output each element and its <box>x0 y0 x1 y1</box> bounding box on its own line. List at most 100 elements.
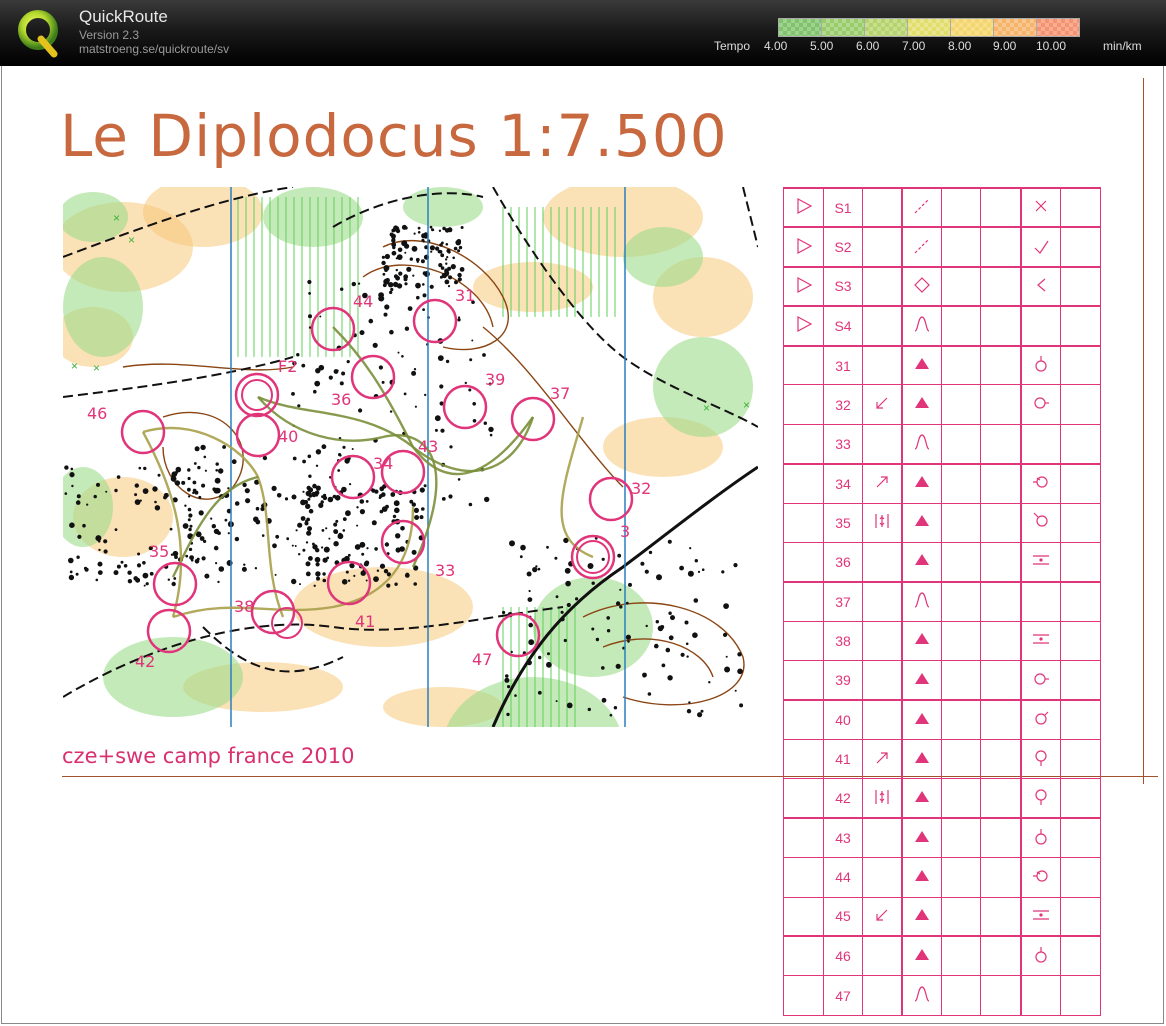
boulder-dot <box>421 507 425 511</box>
col-e-cell <box>900 699 942 740</box>
tempo-color-segment <box>779 19 822 36</box>
boulder-dot <box>201 556 206 561</box>
col-f-cell <box>941 305 981 347</box>
boulder-dot <box>724 666 731 673</box>
boulder-dot <box>459 267 465 272</box>
control-description-row: 40 <box>783 699 1101 740</box>
boulder-dot <box>76 555 80 559</box>
boulder-dot <box>419 487 425 493</box>
boulder-dot <box>298 553 301 556</box>
boulder-dot <box>392 514 397 519</box>
col-f2-cell <box>980 384 1021 425</box>
boulder-dot <box>359 499 365 504</box>
boulder-dot <box>564 567 571 574</box>
ne-arrow <box>876 476 888 488</box>
boulder-dot <box>423 484 427 488</box>
tempo-color-segment <box>822 19 865 36</box>
boulder-dot <box>97 570 103 575</box>
boulder-dot <box>326 556 330 560</box>
app-header: QuickRoute Version 2.3 matstroeng.se/qui… <box>0 0 1166 66</box>
boulder-dot <box>535 565 538 568</box>
green-x-mark: × <box>113 211 120 225</box>
boulder-dot <box>368 318 374 324</box>
col-f2-cell <box>980 896 1021 937</box>
col-h-cell <box>1060 305 1101 347</box>
boulder-icon <box>914 751 929 763</box>
boulder-dot <box>69 472 75 478</box>
control-description-row: S3 <box>783 265 1101 307</box>
boulder-dot <box>314 380 321 387</box>
boulder-dot <box>201 483 206 488</box>
col-d-cell <box>862 778 902 819</box>
boulder-dot <box>505 674 509 678</box>
control-code: 37 <box>823 580 863 622</box>
boulder-dot <box>333 529 338 534</box>
boulder-dot <box>382 272 386 276</box>
boulder-dot <box>306 517 310 522</box>
boulder-dot <box>526 571 532 577</box>
boulder-dot <box>351 281 356 287</box>
boulder-dot <box>519 555 523 559</box>
boulder-dot <box>337 469 341 472</box>
boulder-dot <box>394 582 398 586</box>
boulder-dot <box>341 371 346 376</box>
app-url-link[interactable]: matstroeng.se/quickroute/sv <box>79 42 229 56</box>
orienteering-map[interactable]: 44 31 F2 36 39 37 46 40 32 34 3 35 33 38 41 43 42 47 × × × × ×… <box>63 187 758 727</box>
col-f-cell <box>941 226 981 268</box>
boulder-dot <box>457 318 461 322</box>
control-number-label: 33 <box>435 561 455 580</box>
boulder-dot <box>591 581 595 585</box>
boulder-dot <box>420 259 425 264</box>
control-number-label: 44 <box>353 292 373 311</box>
col-f-cell <box>941 502 981 544</box>
boulder-dot <box>305 490 312 497</box>
boulder-dot <box>617 553 622 558</box>
col-a-cell <box>783 462 824 504</box>
control-circle <box>412 298 458 344</box>
boulder-dot <box>142 572 149 579</box>
col-g-cell <box>1019 817 1061 859</box>
top-icon <box>1035 946 1047 963</box>
col-e-cell <box>900 935 942 977</box>
col-e-cell <box>900 226 942 268</box>
boulder-dot <box>305 561 311 567</box>
boulder-dot <box>291 494 297 500</box>
path-dashed <box>914 238 930 254</box>
boulder-dot <box>213 545 219 551</box>
boulder-dot <box>358 282 361 285</box>
col-g-cell <box>1019 265 1061 307</box>
path-dashed <box>914 198 930 214</box>
junction-icon <box>1034 240 1049 254</box>
col-f2-cell <box>980 462 1021 504</box>
boulder-dot <box>315 485 321 491</box>
boulder-dot <box>625 601 629 605</box>
col-f-cell <box>941 935 981 977</box>
boulder-dot <box>398 271 403 276</box>
boulder-dot <box>69 570 73 574</box>
boulder-dot <box>625 634 632 640</box>
tempo-label: Tempo <box>714 39 751 53</box>
boulder-dot <box>96 482 100 487</box>
tempo-tick: 10.00 <box>1036 39 1067 53</box>
boulder-dot <box>447 285 451 288</box>
boulder-dot <box>322 578 327 583</box>
boulder-dot <box>509 540 515 547</box>
boulder-dot <box>328 537 331 540</box>
boulder-dot <box>342 445 346 449</box>
boulder-dot <box>439 384 444 389</box>
boulder-dot <box>187 487 191 492</box>
boulder-dot <box>384 268 388 272</box>
boulder-dot <box>340 287 344 291</box>
boulder-dot <box>606 629 611 633</box>
boulder-dot <box>307 454 312 459</box>
sw-arrow <box>876 909 888 921</box>
boulder-dot <box>302 490 305 493</box>
col-h-cell <box>1060 620 1101 662</box>
boulder-dot <box>619 605 623 609</box>
boulder-dot <box>575 597 579 601</box>
boulder-dot <box>656 574 662 581</box>
col-f-cell <box>941 462 981 504</box>
boulder-dot <box>284 497 289 501</box>
diamond-icon <box>913 277 930 293</box>
control-description-row: 35 <box>783 502 1101 544</box>
